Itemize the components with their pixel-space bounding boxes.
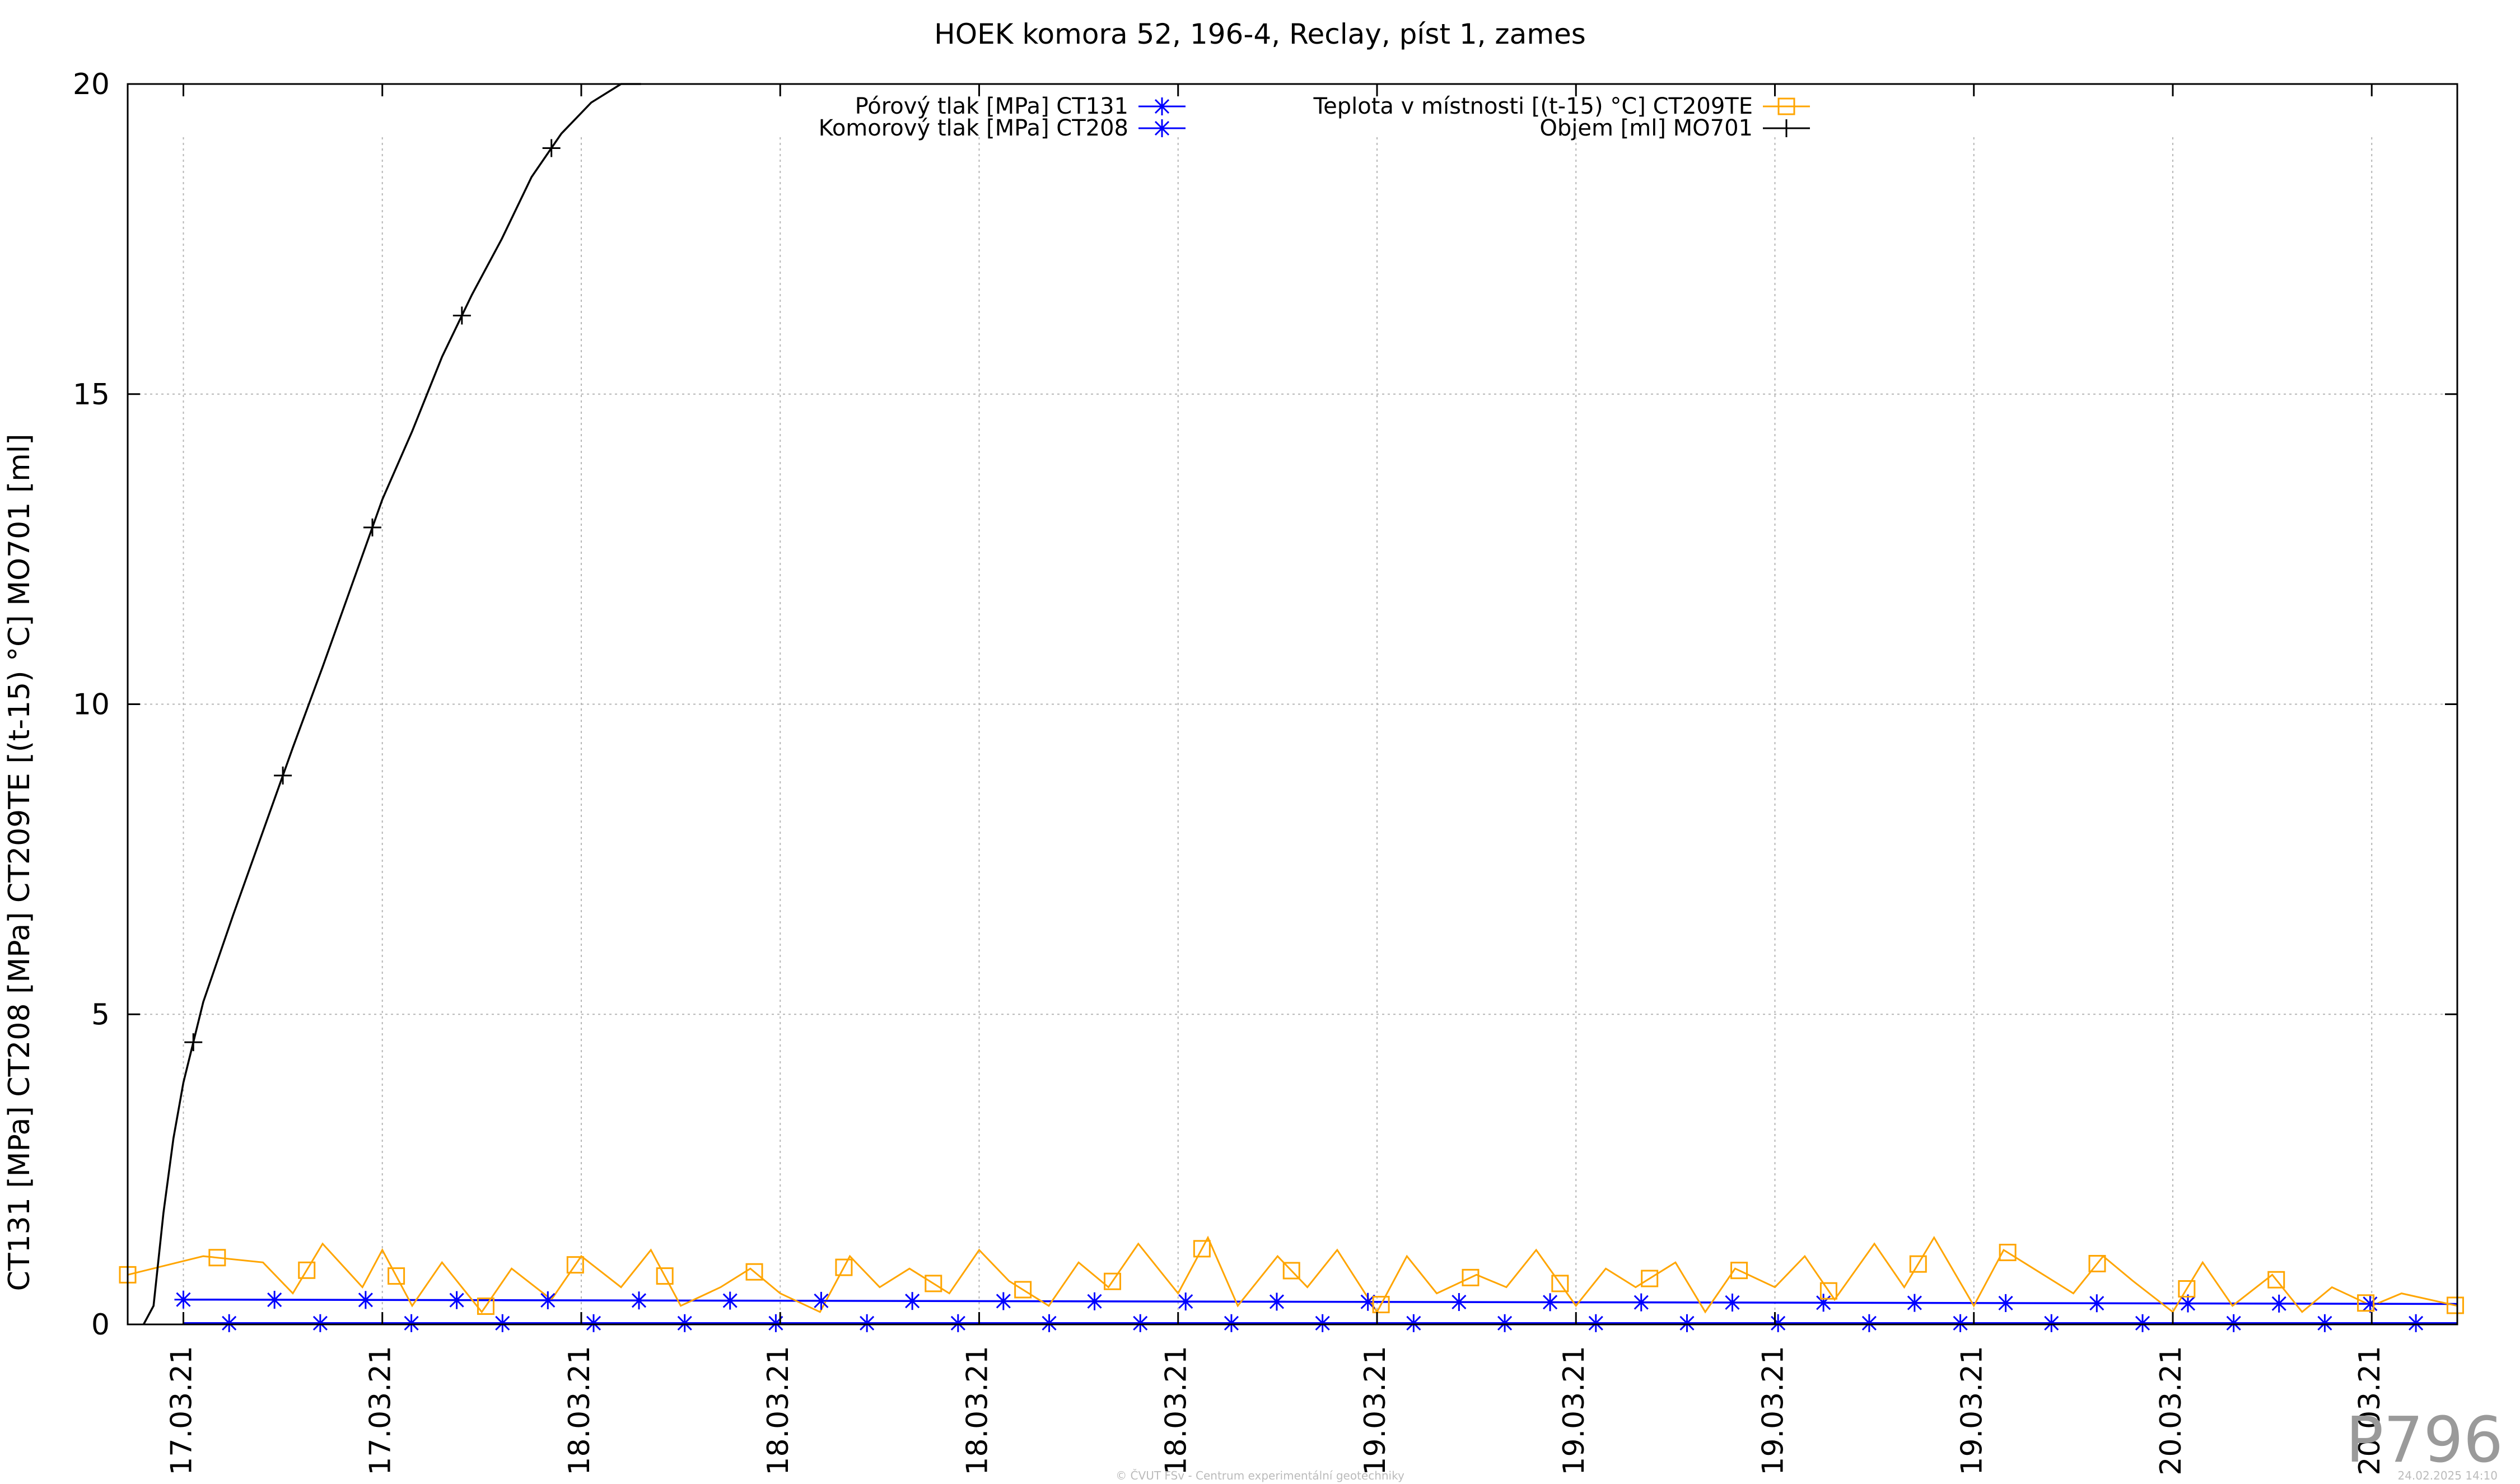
chart-title: HOEK komora 52, 196-4, Reclay, píst 1, z… — [934, 18, 1586, 50]
series-marker-0 — [2088, 1294, 2106, 1313]
x-tick-label: 19.03.21 — [1359, 1346, 1392, 1476]
series-marker-1 — [585, 1314, 603, 1332]
series-marker-0 — [1814, 1294, 1833, 1312]
chart: HOEK komora 52, 196-4, Reclay, píst 1, z… — [0, 0, 2520, 1484]
series-marker-0 — [1177, 1292, 1195, 1311]
x-tick-label: 18.03.21 — [563, 1346, 596, 1476]
x-tick-label: 19.03.21 — [1956, 1346, 1989, 1476]
series-marker-1 — [767, 1314, 785, 1332]
x-tick-label: 17.03.21 — [364, 1346, 398, 1476]
series-marker-1 — [1951, 1314, 1970, 1332]
series-marker-1 — [1769, 1314, 1788, 1332]
series-marker-1 — [1496, 1314, 1514, 1332]
series-marker-0 — [994, 1292, 1012, 1310]
footer-copyright: © ČVUT FSv - Centrum experimentální geot… — [1116, 1469, 1404, 1482]
x-tick-label: 18.03.21 — [762, 1346, 795, 1476]
legend-marker-swatch — [1153, 97, 1171, 115]
y-tick-label: 0 — [91, 1308, 110, 1342]
x-tick-label: 17.03.21 — [165, 1346, 198, 1476]
series-marker-0 — [903, 1292, 922, 1310]
series-marker-1 — [1586, 1314, 1605, 1332]
series-marker-0 — [1541, 1293, 1560, 1312]
series-marker-0 — [1267, 1292, 1286, 1311]
x-tick-label: 20.03.21 — [2154, 1346, 2188, 1476]
series-marker-0 — [539, 1291, 557, 1309]
series-marker-0 — [1450, 1293, 1468, 1312]
series-marker-1 — [1404, 1314, 1423, 1332]
x-tick-label: 18.03.21 — [960, 1346, 994, 1476]
series-marker-1 — [1222, 1314, 1240, 1332]
series-marker-1 — [1678, 1314, 1696, 1332]
series-marker-0 — [721, 1291, 739, 1310]
chart-background — [0, 0, 2520, 1484]
series-marker-0 — [2270, 1294, 2288, 1313]
series-marker-1 — [2316, 1314, 2334, 1332]
y-tick-label: 10 — [73, 688, 110, 722]
series-marker-1 — [675, 1314, 694, 1332]
series-marker-1 — [949, 1314, 967, 1332]
series-marker-0 — [1085, 1292, 1104, 1310]
series-marker-1 — [1131, 1314, 1150, 1332]
y-tick-label: 15 — [73, 378, 110, 412]
series-marker-1 — [2042, 1314, 2061, 1332]
series-marker-0 — [812, 1291, 830, 1310]
series-marker-0 — [265, 1291, 284, 1309]
series-marker-0 — [1723, 1293, 1742, 1312]
y-tick-label: 20 — [73, 68, 110, 101]
series-marker-0 — [629, 1291, 648, 1310]
series-marker-1 — [858, 1314, 876, 1332]
series-marker-0 — [1359, 1292, 1377, 1311]
series-marker-1 — [1313, 1314, 1332, 1332]
x-tick-label: 19.03.21 — [1756, 1346, 1790, 1476]
series-marker-1 — [220, 1314, 239, 1332]
y-axis-label: CT131 [MPa] CT208 [MPa] CT209TE [(t-15) … — [3, 434, 36, 1291]
series-marker-0 — [1996, 1294, 2015, 1312]
y-tick-label: 5 — [91, 998, 110, 1032]
series-marker-1 — [402, 1314, 421, 1332]
series-marker-0 — [174, 1290, 193, 1309]
legend-entry-label: Objem [ml] MO701 — [1539, 115, 1753, 141]
series-marker-1 — [2224, 1314, 2243, 1332]
series-marker-1 — [1860, 1314, 1878, 1332]
legend-entry-label: Komorový tlak [MPa] CT208 — [819, 115, 1128, 141]
series-marker-1 — [2407, 1314, 2425, 1332]
x-tick-label: 19.03.21 — [1557, 1346, 1591, 1476]
series-marker-0 — [1632, 1293, 1650, 1312]
x-tick-label: 18.03.21 — [1160, 1346, 1193, 1476]
series-marker-0 — [356, 1291, 375, 1309]
series-marker-1 — [2133, 1314, 2152, 1332]
series-marker-0 — [447, 1291, 466, 1309]
series-marker-1 — [493, 1314, 512, 1332]
series-marker-1 — [1040, 1314, 1058, 1332]
legend-marker-swatch — [1153, 119, 1171, 137]
series-marker-1 — [311, 1314, 329, 1332]
chart-id: P796 — [2346, 1404, 2503, 1477]
series-marker-0 — [1905, 1294, 1924, 1312]
